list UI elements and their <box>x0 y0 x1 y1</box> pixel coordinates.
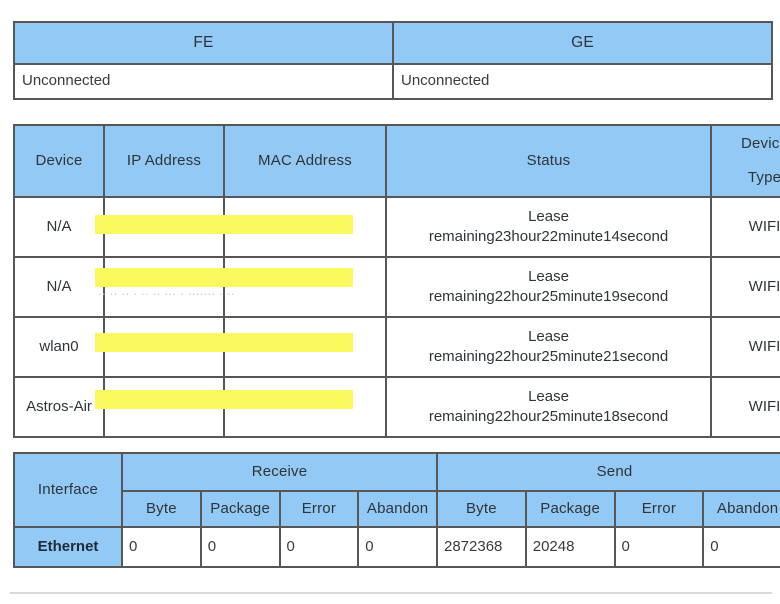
device-name-cell: N/A <box>13 196 105 258</box>
table-row: Unconnected Unconnected <box>13 63 773 100</box>
device-name-cell: N/A <box>13 256 105 318</box>
interface-name-cell: Ethernet <box>13 526 123 568</box>
receive-byte-cell: 0 <box>121 526 202 568</box>
column-header-mac-address: MAC Address <box>223 124 387 198</box>
column-header-ge: GE <box>392 21 773 65</box>
mac-address-cell <box>223 376 387 438</box>
column-header-device: Device <box>13 124 105 198</box>
send-abandon-cell: 0 <box>702 526 780 568</box>
table-row: N/A Lease remaining23hour22minute14secon… <box>13 196 780 258</box>
table-row: wlan0 Lease remaining22hour25minute21sec… <box>13 316 780 378</box>
device-name-cell: Astros-Air <box>13 376 105 438</box>
fe-status-value: Unconnected <box>13 63 394 100</box>
column-header-send-byte: Byte <box>436 490 527 528</box>
table-row: Ethernet 0 0 0 0 2872368 20248 0 0 <box>13 526 780 568</box>
column-header-status: Status <box>385 124 712 198</box>
device-type-label-line1: Device <box>740 135 780 153</box>
device-type-cell: WIFI <box>710 316 780 378</box>
mac-address-cell <box>223 316 387 378</box>
device-name-cell: wlan0 <box>13 316 105 378</box>
receive-package-cell: 0 <box>199 526 281 568</box>
status-cell: Lease remaining22hour25minute21second <box>385 316 712 378</box>
page-root: FE GE Unconnected Unconnected Device IP … <box>0 0 780 604</box>
column-header-interface: Interface <box>13 452 123 528</box>
status-cell: Lease remaining22hour25minute18second <box>385 376 712 438</box>
column-group-header-send: Send <box>436 452 780 492</box>
redacted-text-remnant-row-2: .. .. .. . .. .. ... . ....... . .. <box>98 283 235 298</box>
device-type-cell: WIFI <box>710 256 780 318</box>
status-line-1: Lease <box>528 267 569 285</box>
status-line-2: remaining23hour22minute14second <box>428 228 669 245</box>
ip-address-cell <box>103 376 225 438</box>
ip-address-cell <box>103 316 225 378</box>
bottom-divider <box>10 592 772 594</box>
column-header-fe: FE <box>13 21 394 65</box>
status-line-1: Lease <box>528 207 569 225</box>
send-byte-cell: 2872368 <box>436 526 527 568</box>
table-header-row-sub: Byte Package Error Abandon Byte Package … <box>14 490 780 528</box>
status-cell: Lease remaining22hour25minute19second <box>385 256 712 318</box>
interface-statistics-table: Interface Receive Send Byte Package Erro… <box>13 452 780 568</box>
send-error-cell: 0 <box>613 526 705 568</box>
column-header-device-type: Device Type <box>710 124 780 198</box>
status-line-2: remaining22hour25minute19second <box>428 288 669 305</box>
ge-status-value: Unconnected <box>392 63 773 100</box>
wan-status-table: FE GE Unconnected Unconnected <box>13 21 773 100</box>
column-header-send-abandon: Abandon <box>702 490 780 528</box>
column-header-receive-byte: Byte <box>121 490 202 528</box>
column-header-send-error: Error <box>613 490 705 528</box>
column-header-receive-abandon: Abandon <box>357 490 438 528</box>
table-header-row: FE GE <box>13 21 773 65</box>
device-type-cell: WIFI <box>710 376 780 438</box>
status-line-1: Lease <box>528 387 569 405</box>
status-line-1: Lease <box>528 327 569 345</box>
device-type-label-line2: Type <box>747 168 780 186</box>
column-header-ip-address: IP Address <box>103 124 225 198</box>
send-package-cell: 20248 <box>524 526 616 568</box>
table-header-row-group: Interface Receive Send <box>13 452 780 528</box>
column-header-send-package: Package <box>524 490 616 528</box>
device-type-cell: WIFI <box>710 196 780 258</box>
connected-devices-table: Device IP Address MAC Address Status Dev… <box>13 124 780 438</box>
column-group-header-receive: Receive <box>121 452 438 492</box>
table-row: Astros-Air Lease remaining22hour25minute… <box>13 376 780 438</box>
receive-error-cell: 0 <box>278 526 360 568</box>
ip-address-cell <box>103 196 225 258</box>
receive-abandon-cell: 0 <box>357 526 438 568</box>
status-cell: Lease remaining23hour22minute14second <box>385 196 712 258</box>
column-header-receive-error: Error <box>278 490 360 528</box>
column-header-receive-package: Package <box>199 490 281 528</box>
table-header-row: Device IP Address MAC Address Status Dev… <box>13 124 780 198</box>
mac-address-cell <box>223 196 387 258</box>
status-line-2: remaining22hour25minute18second <box>428 408 669 425</box>
status-line-2: remaining22hour25minute21second <box>428 348 669 365</box>
